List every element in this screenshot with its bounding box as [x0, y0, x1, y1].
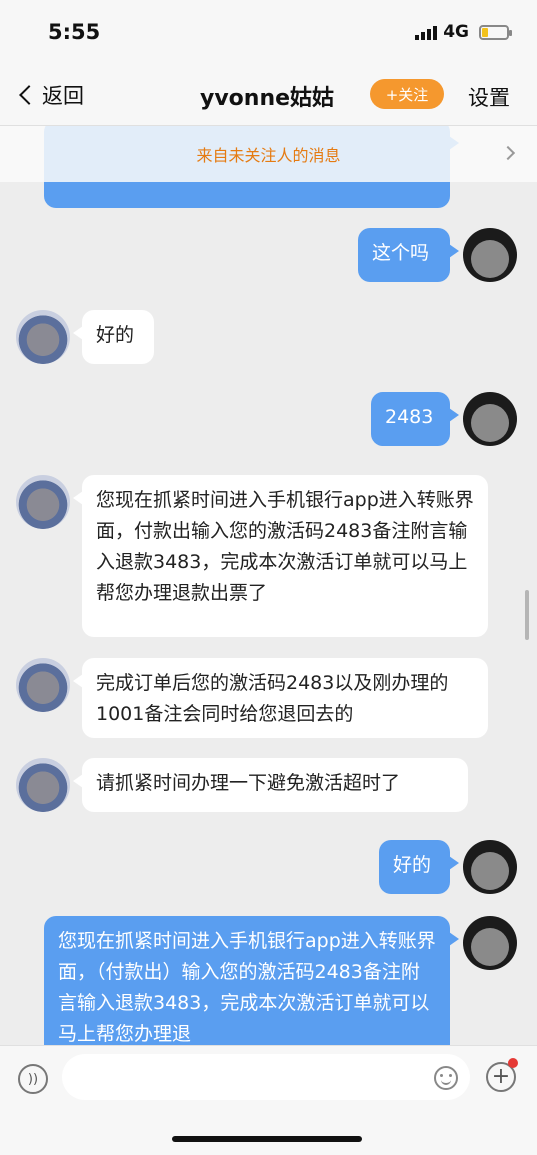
follow-button[interactable]: +关注 [370, 79, 444, 109]
contact-avatar[interactable] [16, 658, 70, 712]
message-bubble-me[interactable]: 这个吗 [358, 228, 459, 282]
network-type: 4G [443, 22, 469, 42]
notification-dot [508, 1058, 518, 1068]
my-avatar[interactable] [463, 392, 517, 446]
message-text: 2483 [385, 406, 434, 428]
back-label: 返回 [42, 84, 84, 108]
chevron-right-icon [500, 145, 516, 161]
emoji-icon[interactable] [434, 1066, 458, 1090]
contact-avatar[interactable] [16, 475, 70, 529]
stranger-message-banner[interactable]: 来自未关注人的消息 [0, 126, 537, 182]
signal-icon [415, 24, 438, 40]
scrollbar[interactable] [525, 590, 529, 640]
message-text: 完成订单后您的激活码2483以及刚办理的1001备注会同时给您退回去的 [96, 672, 449, 725]
battery-icon [479, 24, 512, 40]
page-title: yvonne姑姑 [200, 86, 335, 111]
status-indicators: 4G [415, 22, 512, 42]
message-bubble-me[interactable]: 您现在抓紧时间进入手机银行app进入转账界面，（付款出）输入您的激活码2483备… [44, 916, 459, 1045]
message-bubble-them[interactable]: 完成订单后您的激活码2483以及刚办理的1001备注会同时给您退回去的 [73, 658, 488, 738]
message-text: 好的 [393, 854, 432, 876]
top-bar: 5:55 4G 返回 yvonne姑姑 +关注 设置 [0, 0, 537, 126]
home-indicator [172, 1136, 362, 1142]
message-text: 这个吗 [372, 242, 430, 264]
my-avatar[interactable] [463, 916, 517, 970]
message-bubble-me[interactable]: 2483 [371, 392, 459, 446]
message-bubble-me[interactable]: 好的 [379, 840, 459, 894]
my-avatar[interactable] [463, 840, 517, 894]
back-button[interactable]: 返回 [19, 80, 84, 110]
message-text: 您现在抓紧时间进入手机银行app进入转账界面，（付款出）输入您的激活码2483备… [58, 930, 436, 1045]
contact-avatar[interactable] [16, 310, 70, 364]
message-bubble-them[interactable]: 您现在抓紧时间进入手机银行app进入转账界面，付款出输入您的激活码2483备注附… [73, 475, 488, 637]
message-text: 请抓紧时间办理一下避免激活超时了 [96, 772, 401, 794]
banner-text: 来自未关注人的消息 [196, 146, 341, 165]
my-avatar[interactable] [463, 228, 517, 282]
chevron-left-icon [19, 85, 39, 105]
settings-button[interactable]: 设置 [468, 82, 510, 112]
message-input[interactable] [62, 1054, 470, 1100]
input-bar: )) + [0, 1045, 537, 1155]
contact-avatar[interactable] [16, 758, 70, 812]
message-text: 好的 [96, 324, 135, 346]
message-text: 您现在抓紧时间进入手机银行app进入转账界面，付款出输入您的激活码2483备注附… [96, 489, 474, 604]
message-bubble-them[interactable]: 好的 [73, 310, 154, 364]
voice-icon[interactable]: )) [18, 1064, 48, 1094]
message-bubble-them[interactable]: 请抓紧时间办理一下避免激活超时了 [73, 758, 468, 812]
status-time: 5:55 [48, 20, 101, 44]
